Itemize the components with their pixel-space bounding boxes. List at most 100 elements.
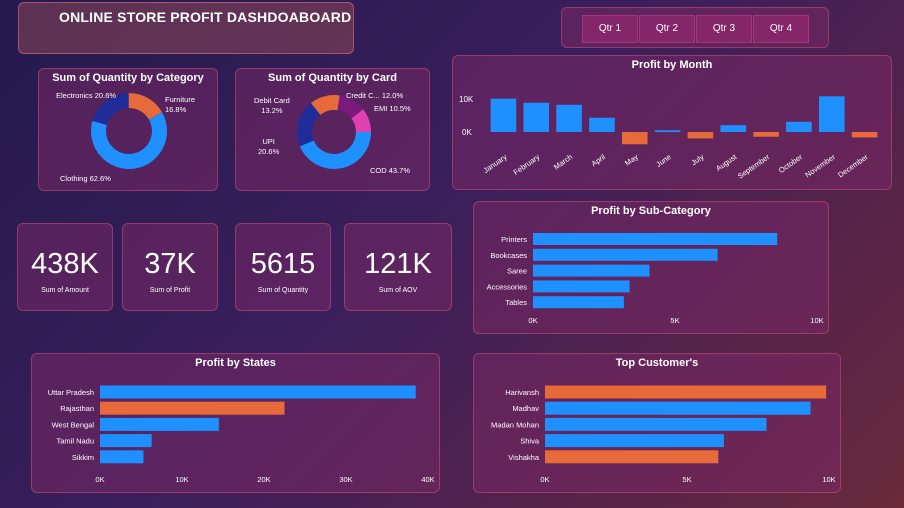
bar — [100, 434, 152, 448]
x-tick-label: 5K — [682, 475, 691, 484]
x-tick-label: April — [590, 152, 608, 168]
x-tick-label: 30K — [339, 475, 352, 484]
x-tick-label: 0K — [95, 475, 104, 484]
category-label: Vishakha — [508, 453, 540, 462]
month-bar — [753, 132, 779, 137]
qtr-4-button[interactable]: Qtr 4 — [753, 15, 809, 43]
qtr-3-button[interactable]: Qtr 3 — [696, 15, 752, 43]
bar — [545, 434, 724, 448]
kpi-label: Sum of Amount — [41, 287, 89, 294]
category-label: Madhav — [512, 404, 539, 413]
profit-by-month-chart: 10K 0K January February March April May June Jul… — [459, 95, 878, 181]
x-tick-label: 0K — [540, 475, 549, 484]
slice-label: Debit Card 13.2% — [254, 96, 290, 115]
kpi-card-aov: 121K Sum of AOV — [344, 223, 452, 311]
slice-label: COD 43.7% — [370, 166, 411, 175]
page-title: ONLINE STORE PROFIT DASHDOABOARD — [59, 9, 352, 25]
top-customers-chart: Harivansh Madhav Madan Mohan Shiva Vishakha 0… — [491, 385, 836, 484]
profit-by-subcategory-chart: Printers Bookcases Saree Accessories Tables0… — [487, 233, 824, 325]
bar — [100, 401, 285, 415]
bar — [533, 280, 630, 293]
kpi-card-amount: 438K Sum of Amount — [17, 223, 113, 311]
y-tick-label: 0K — [462, 128, 472, 137]
x-tick-label: January — [482, 152, 509, 175]
category-label: Rajasthan — [60, 404, 94, 413]
x-tick-label: October — [777, 152, 804, 175]
month-bar — [851, 132, 878, 138]
profit-by-subcategory-panel: Profit by Sub-Category Printers Bookcases… — [473, 201, 829, 334]
kpi-label: Sum of AOV — [378, 287, 418, 294]
profit-by-month-panel: Profit by Month 10K 0K January February Marc… — [452, 55, 892, 190]
month-bar — [589, 117, 615, 132]
card-donut-panel: Sum of Quantity by Card Debit Card 13.2%… — [235, 68, 430, 191]
category-label: West Bengal — [52, 420, 95, 429]
slice-label: EMI 10.5% — [374, 104, 411, 113]
x-tick-label: 10K — [810, 316, 823, 325]
kpi-value: 438K — [31, 248, 99, 280]
x-tick-label: 40K — [421, 475, 434, 484]
category-label: Uttar Pradesh — [48, 388, 94, 397]
bar — [533, 296, 624, 309]
bar — [533, 233, 778, 245]
category-donut-panel: Sum of Quantity by Category Electronics … — [38, 68, 218, 191]
x-tick-label: February — [512, 152, 542, 177]
month-bar — [687, 132, 714, 139]
slice-label: Furniture 16.8% — [165, 95, 196, 114]
quarter-slicer: Qtr 1 Qtr 2 Qtr 3 Qtr 4 — [561, 7, 829, 48]
x-tick-label: 10K — [822, 475, 835, 484]
qtr-2-button[interactable]: Qtr 2 — [639, 15, 695, 43]
category-label: Accessories — [487, 282, 528, 291]
category-label: Saree — [507, 267, 527, 276]
month-bar — [556, 104, 582, 132]
x-tick-label: 0K — [528, 316, 537, 325]
bar — [533, 248, 718, 261]
month-bar — [621, 132, 648, 145]
x-tick-label: 10K — [175, 475, 188, 484]
bar — [545, 385, 827, 399]
kpi-value: 5615 — [250, 248, 316, 280]
category-label: Tables — [505, 298, 527, 307]
x-tick-label: September — [736, 152, 772, 181]
x-tick-label: May — [623, 152, 640, 168]
slice-label: Credit C... 12.0% — [346, 91, 404, 100]
qtr-1-button[interactable]: Qtr 1 — [582, 15, 638, 43]
category-label: Bookcases — [490, 251, 527, 260]
month-bar — [523, 102, 550, 132]
month-bar — [720, 125, 747, 132]
x-tick-label: November — [803, 152, 837, 180]
x-tick-label: August — [714, 152, 739, 173]
bar — [545, 401, 811, 415]
profit-by-states-panel: Profit by States Uttar Pradesh Rajasthan W… — [31, 353, 440, 493]
bar — [545, 417, 767, 431]
month-bar — [818, 96, 845, 132]
kpi-value: 121K — [364, 248, 432, 280]
x-tick-label: December — [836, 152, 870, 180]
y-tick-label: 10K — [459, 95, 474, 104]
x-tick-label: June — [654, 152, 672, 169]
month-bar — [786, 121, 812, 132]
kpi-card-quantity: 5615 Sum of Quantity — [235, 223, 331, 311]
bar — [100, 417, 219, 431]
kpi-value: 37K — [144, 248, 196, 280]
category-label: Harivansh — [505, 388, 539, 397]
bar — [100, 385, 416, 399]
x-tick-label: 5K — [670, 316, 679, 325]
top-customers-panel: Top Customer's Harivansh Madhav Madan Moha… — [473, 353, 841, 493]
slice-label: Clothing 62.6% — [60, 174, 111, 183]
category-label: Printers — [501, 235, 527, 244]
slice-label: Electronics 20.6% — [56, 91, 117, 100]
x-tick-label: 20K — [257, 475, 270, 484]
category-label: Sikkim — [72, 453, 94, 462]
dashboard-title-box: ONLINE STORE PROFIT DASHDOABOARD — [18, 2, 354, 54]
slice-label: UPI 20.6% — [258, 137, 280, 156]
month-bar — [654, 130, 681, 132]
bar — [100, 450, 144, 464]
x-tick-label: March — [552, 152, 574, 171]
kpi-card-profit: 37K Sum of Profit — [122, 223, 218, 311]
bar — [533, 264, 650, 277]
category-label: Madan Mohan — [491, 420, 539, 429]
kpi-label: Sum of Profit — [149, 287, 191, 294]
x-tick-label: July — [689, 152, 705, 167]
month-bar — [490, 98, 517, 132]
category-label: Shiva — [520, 437, 540, 446]
